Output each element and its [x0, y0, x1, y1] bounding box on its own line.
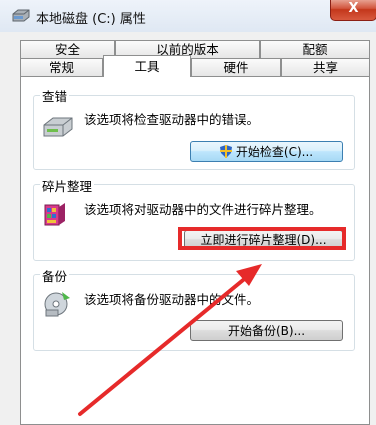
tab-tools[interactable]: 工具: [103, 55, 191, 77]
backup-group-title: 备份: [40, 266, 70, 285]
tab-sharing[interactable]: 共享: [281, 58, 370, 76]
tab-security[interactable]: 安全: [20, 40, 115, 58]
backup-icon: [44, 292, 70, 317]
defrag-group-title: 碎片整理: [40, 176, 95, 195]
start-backup-label: 开始备份(B)...: [227, 324, 306, 338]
backup-description: 该选项将备份驱动器中的文件。: [84, 292, 260, 307]
defrag-description: 该选项将对驱动器中的文件进行碎片整理。: [84, 202, 322, 217]
tab-hardware[interactable]: 硬件: [191, 58, 281, 76]
highlight-box: [178, 227, 346, 250]
close-button[interactable]: X: [330, 0, 376, 21]
start-backup-button[interactable]: 开始备份(B)...: [190, 320, 343, 341]
title-bar[interactable]: 本地磁盘 (C:) 属性 X: [0, 0, 376, 32]
tab-general[interactable]: 常规: [20, 58, 103, 76]
hard-drive-icon: [43, 117, 73, 137]
defrag-icon: [44, 203, 65, 226]
start-check-button[interactable]: 开始检查(C)...: [190, 141, 343, 162]
shield-icon: [219, 145, 232, 158]
window-title: 本地磁盘 (C:) 属性: [36, 12, 146, 27]
properties-window: 本地磁盘 (C:) 属性 X 安全 以前的版本 配额 常规 工具 硬件 共享 查…: [0, 0, 376, 425]
check-description: 该选项将检查驱动器中的错误。: [84, 112, 260, 127]
tab-quota[interactable]: 配额: [260, 40, 370, 58]
drive-icon: [12, 9, 30, 22]
start-check-label: 开始检查(C)...: [235, 145, 314, 159]
check-group-title: 查错: [40, 86, 70, 105]
